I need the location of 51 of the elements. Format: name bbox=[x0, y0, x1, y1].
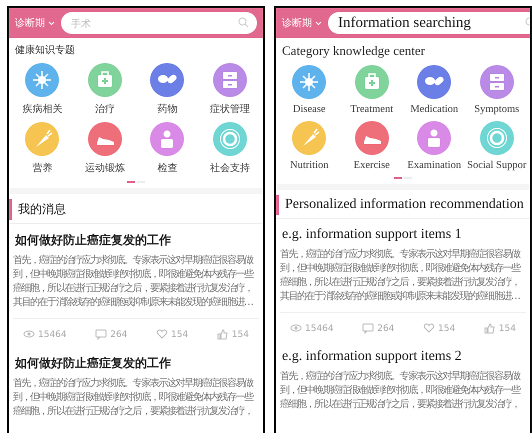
search-field[interactable]: 手术 bbox=[61, 12, 257, 34]
category-button[interactable]: 症状管理 bbox=[198, 63, 261, 116]
article-excerpt: 首先，癌症的治疗应力求彻底。专家表示这对早期癌症很容易做到，但中晚期癌症很难做到绝对彻底，即很难避免体内残存一些癌细胞，所以在进行正规治疗之后，要紧接着进行抗复发治疗， bbox=[280, 370, 521, 412]
category-button[interactable]: Examination bbox=[403, 121, 466, 171]
page-indicator[interactable] bbox=[127, 181, 135, 183]
comment-icon[interactable] bbox=[95, 329, 108, 340]
search-field[interactable]: Information searching bbox=[328, 12, 530, 34]
category-button[interactable]: Nutrition bbox=[278, 121, 340, 171]
section-title: Personalized information recommendation bbox=[276, 195, 530, 215]
heart-icon[interactable] bbox=[423, 323, 436, 334]
category-button[interactable]: 药物 bbox=[136, 63, 198, 116]
article-title[interactable]: e.g. information support items 2 bbox=[280, 341, 526, 370]
category-button[interactable]: 营养 bbox=[11, 122, 74, 175]
comment-count: 264 bbox=[110, 330, 128, 340]
category-button[interactable]: Symptoms bbox=[466, 65, 528, 115]
category-button[interactable]: 疾病相关 bbox=[11, 63, 74, 116]
category-button[interactable]: Social Suppor bbox=[466, 121, 528, 171]
comment-count: 264 bbox=[377, 324, 394, 334]
article-excerpt: 首先，癌症的治疗应力求彻底。专家表示这对早期癌症很容易做到，但中晚期癌症很难做到绝对彻底，即很难避免体内残存一些癌细胞，所以在进行正规治疗之后，要紧接着进行抗复发治疗，其目的在于消除残存的癌细胞或抑制原来未能发现的癌细胞进… bbox=[280, 248, 521, 304]
article-title[interactable]: 如何做好防止癌症复发的工作 bbox=[13, 347, 259, 377]
eye-icon[interactable] bbox=[23, 329, 35, 340]
search-icon bbox=[238, 17, 249, 28]
category-button[interactable]: Exercise bbox=[340, 121, 403, 171]
category-button[interactable]: 社会支持 bbox=[198, 122, 261, 175]
article-excerpt: 首先，癌症的治疗应力求彻底。专家表示这对早期癌症很容易做到，但中晚期癌症很难做到绝对彻底，即很难避免体内残存一些癌细胞，所以在进行正规治疗之后，要紧接着进行抗复发治疗，其目的在于消除残存的癌细胞或抑制原来未能发现的癌细胞进… bbox=[13, 254, 254, 310]
article-excerpt: 首先，癌症的治疗应力求彻底。专家表示这对早期癌症很容易做到，但中晚期癌症很难做到绝对彻底，即很难避免体内残存一些癌细胞，所以在进行正规治疗之后，要紧接着进行抗复发治疗， bbox=[13, 377, 254, 419]
section-heading: Category knowledge center bbox=[281, 42, 426, 59]
comment-icon[interactable] bbox=[362, 323, 374, 334]
category-button[interactable]: 治疗 bbox=[74, 63, 136, 116]
like-count: 154 bbox=[498, 324, 516, 334]
chevron-down-icon bbox=[315, 20, 322, 26]
category-button[interactable]: Treatment bbox=[340, 65, 403, 115]
category-button[interactable]: 运动锻炼 bbox=[74, 122, 136, 175]
eye-icon[interactable] bbox=[290, 323, 302, 334]
category-button[interactable]: Disease bbox=[278, 65, 340, 115]
heart-icon[interactable] bbox=[156, 329, 168, 340]
view-count: 15464 bbox=[305, 324, 334, 334]
section-title: 我的消息 bbox=[9, 199, 263, 220]
category-button[interactable]: 检查 bbox=[136, 122, 198, 175]
view-count: 15464 bbox=[38, 330, 67, 340]
chevron-down-icon bbox=[48, 20, 55, 26]
like-count: 154 bbox=[232, 330, 249, 340]
thumbs-up-icon[interactable] bbox=[216, 329, 229, 340]
favorite-count: 154 bbox=[438, 324, 456, 334]
article-title[interactable]: 如何做好防止癌症复发的工作 bbox=[13, 224, 259, 254]
article-title[interactable]: e.g. information support items 1 bbox=[280, 219, 526, 248]
category-button[interactable]: Medication bbox=[403, 65, 466, 115]
page-indicator[interactable] bbox=[394, 177, 402, 179]
thumbs-up-icon[interactable] bbox=[484, 323, 496, 334]
favorite-count: 154 bbox=[171, 330, 188, 340]
section-heading: 健康知识专题 bbox=[14, 44, 76, 57]
